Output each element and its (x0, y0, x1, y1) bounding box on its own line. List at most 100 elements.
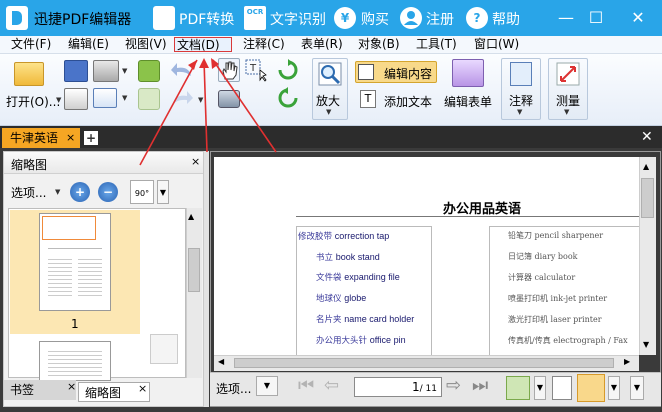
edit-form-button[interactable]: 编辑表单 (444, 93, 492, 110)
single-page-view-icon[interactable] (552, 376, 572, 400)
save-icon[interactable] (64, 60, 88, 82)
chevron-down-icon[interactable]: ▼ (55, 188, 60, 196)
close-tab-icon[interactable]: × (67, 380, 76, 393)
zoom-label: 放大 (316, 94, 341, 108)
thumbnail-page-1[interactable] (39, 213, 111, 311)
print-icon[interactable] (64, 88, 88, 110)
measure-label: 测量 (556, 94, 581, 108)
vocab-right-4: 激光打印机 laser printer (508, 315, 602, 324)
thumbnail-page-2[interactable] (39, 341, 111, 381)
document-right-clip: 铅笔刀 pencil sharpener 日记簿 diary book 计算器 … (214, 157, 639, 355)
rotate-ccw-icon[interactable] (277, 87, 299, 109)
maximize-button[interactable]: ☐ (584, 6, 608, 30)
vocab-right-5: 传真机/传真 electrograph / Fax (508, 336, 628, 345)
new-tab-button[interactable]: + (84, 131, 98, 145)
menu-edit[interactable]: 编辑(E) (66, 37, 111, 52)
rotate-cw-icon[interactable] (277, 59, 299, 81)
close-panel-icon[interactable]: × (191, 155, 200, 168)
undo-icon[interactable] (169, 60, 195, 82)
back-icon[interactable] (138, 60, 160, 82)
scroll-left-icon[interactable]: ◀ (218, 357, 224, 366)
forward-icon[interactable] (138, 88, 160, 110)
chevron-down-icon[interactable]: ▼ (122, 94, 127, 102)
chevron-down-icon[interactable]: ▼ (56, 96, 61, 104)
page-number-input[interactable]: 1/ 11 (354, 377, 442, 397)
vocab-right-2: 计算器 calculator (508, 273, 576, 282)
ocr-link[interactable]: 文字识别 (270, 9, 326, 29)
scroll-thumb[interactable] (234, 358, 614, 368)
close-document-icon[interactable]: ✕ (641, 129, 653, 145)
status-options-dropdown[interactable]: 选项... (216, 380, 251, 397)
buy-link[interactable]: 购买 (361, 9, 389, 29)
chevron-down-icon[interactable]: ▼ (256, 376, 278, 396)
menu-view[interactable]: 视图(V) (123, 37, 169, 52)
last-page-icon[interactable]: ⏭ (472, 376, 488, 396)
menu-tools[interactable]: 工具(T) (414, 37, 459, 52)
camera-icon[interactable] (218, 90, 240, 108)
help-link[interactable]: 帮助 (492, 9, 520, 29)
chevron-down-icon[interactable]: ▼ (326, 108, 331, 116)
close-window-button[interactable]: ✕ (626, 6, 650, 30)
thumbnail-scrollbar[interactable] (186, 208, 202, 378)
scroll-thumb[interactable] (188, 248, 200, 292)
menu-object[interactable]: 对象(B) (356, 37, 402, 52)
folder-open-icon[interactable] (14, 62, 44, 86)
menu-window[interactable]: 窗口(W) (472, 37, 521, 52)
scroll-down-icon[interactable]: ▼ (643, 340, 649, 349)
panel-options-dropdown[interactable]: 选项... (11, 184, 46, 201)
redo-icon[interactable] (169, 88, 195, 110)
chevron-down-icon[interactable]: ▼ (534, 376, 546, 400)
open-button-label[interactable]: 打开(O)... (6, 93, 60, 110)
scanner-icon[interactable] (93, 60, 119, 82)
zoom-out-thumb-icon[interactable]: − (98, 182, 118, 202)
email-icon[interactable] (93, 88, 117, 108)
edit-content-icon (358, 64, 374, 80)
pdf-convert-icon[interactable] (153, 6, 175, 30)
zoom-in-thumb-icon[interactable]: + (70, 182, 90, 202)
continuous-view-icon[interactable] (577, 374, 605, 402)
select-text-icon[interactable]: T (244, 58, 270, 82)
rotate-thumb-icon[interactable]: 90° (130, 180, 154, 204)
close-tab-icon[interactable]: × (138, 382, 147, 395)
annotate-icon (510, 62, 532, 86)
chevron-down-icon[interactable]: ▼ (517, 108, 522, 116)
help-icon[interactable]: ? (466, 7, 488, 29)
add-text-button[interactable]: 添加文本 (384, 93, 432, 110)
ocr-icon[interactable]: OCR (244, 6, 266, 30)
svg-text:T: T (249, 63, 257, 74)
menu-form[interactable]: 表单(R) (299, 37, 345, 52)
scroll-right-icon[interactable]: ▶ (624, 357, 630, 366)
chevron-down-icon[interactable]: ▼ (122, 67, 127, 75)
panel-splitter[interactable] (204, 151, 209, 407)
menu-file[interactable]: 文件(F) (9, 37, 53, 52)
minimize-button[interactable]: — (554, 6, 578, 30)
next-page-icon[interactable]: ⇨ (446, 376, 461, 396)
pdf-convert-link[interactable]: PDF转换 (179, 9, 234, 29)
page-back-icon[interactable] (506, 376, 530, 400)
user-icon[interactable] (400, 7, 422, 29)
zoom-in-icon (318, 62, 342, 86)
prev-page-icon[interactable]: ⇦ (324, 376, 339, 396)
vocab-right-3: 喷墨打印机 ink-jet printer (508, 294, 608, 303)
edit-form-icon[interactable] (452, 59, 484, 87)
yen-icon[interactable]: ¥ (334, 7, 356, 29)
register-link[interactable]: 注册 (426, 9, 454, 29)
scroll-up-icon[interactable]: ▲ (643, 162, 649, 171)
thumbnail-page-number: 1 (71, 317, 79, 331)
close-tab-icon[interactable]: × (66, 128, 75, 148)
first-page-icon[interactable]: ⏮ (298, 376, 314, 396)
hand-tool-icon[interactable] (218, 58, 240, 82)
scroll-thumb[interactable] (641, 178, 654, 218)
chevron-down-icon[interactable]: ▼ (608, 376, 620, 400)
measure-icon (556, 62, 580, 86)
chevron-down-icon[interactable]: ▼ (198, 96, 203, 104)
chevron-down-icon[interactable]: ▼ (157, 180, 169, 204)
menu-comment[interactable]: 注释(C) (241, 37, 287, 52)
tab-bookmarks[interactable]: 书签 (4, 380, 76, 400)
vocab-right-0: 铅笔刀 pencil sharpener (508, 231, 604, 240)
menu-document[interactable]: 文档(D) (174, 37, 232, 52)
chevron-down-icon[interactable]: ▼ (564, 108, 569, 116)
scroll-up-icon[interactable]: ▲ (188, 212, 194, 221)
chevron-down-icon[interactable]: ▼ (630, 376, 644, 400)
add-text-icon[interactable]: T (360, 90, 376, 108)
